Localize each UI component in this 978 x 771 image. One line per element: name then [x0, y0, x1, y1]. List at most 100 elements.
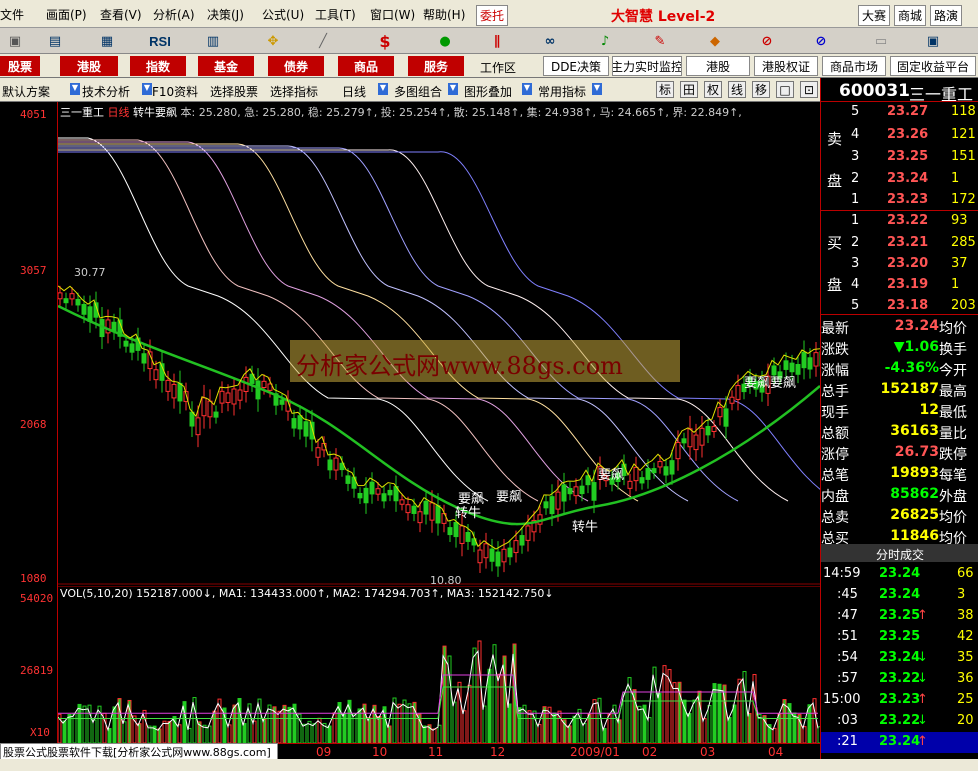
diamond-icon[interactable]: ◆ [700, 30, 730, 52]
chart-icon[interactable]: ▣ [0, 30, 30, 52]
table-icon[interactable]: ▥ [198, 30, 228, 52]
volume-bar [227, 724, 232, 743]
volume-bar [527, 710, 532, 743]
nav-service[interactable]: 服务 [408, 56, 464, 76]
menu-file[interactable]: 文件 [0, 6, 24, 23]
volume-bar [687, 713, 692, 743]
volume-bar [387, 725, 392, 743]
menu-decide[interactable]: 决策(J) [207, 6, 244, 23]
window-icon[interactable]: ▣ [918, 30, 948, 52]
volume-bar [312, 723, 317, 743]
volume-bar [692, 699, 697, 743]
candle-body [453, 521, 459, 538]
tick-row: :47 23.25 ↑ 38 [837, 608, 974, 623]
tool-box[interactable]: □ [776, 81, 794, 98]
ask-row[interactable]: 3 23.25 151 [821, 147, 978, 168]
no2-icon[interactable]: ⊘ [806, 30, 836, 52]
ask-row[interactable]: 4 23.26 121 [821, 125, 978, 146]
bid-row[interactable]: 1 23.22 93 [821, 211, 978, 232]
tool-grid[interactable]: 田 [680, 81, 698, 98]
tool-move[interactable]: 移 [752, 81, 770, 98]
binocular-icon[interactable]: ∞ [535, 30, 565, 52]
hk-button[interactable]: 港股 [686, 56, 750, 76]
tool-mark[interactable]: 标 [656, 81, 674, 98]
tab-select-indicator[interactable]: 选择指标 [270, 83, 318, 100]
candle-body [807, 357, 813, 370]
chevron-down-icon[interactable]: ▼ [522, 83, 532, 95]
nav-fund[interactable]: 基金 [198, 56, 254, 76]
nav-index[interactable]: 指数 [130, 56, 186, 76]
roadshow-link[interactable]: 路演 [930, 5, 963, 26]
nav-commodity[interactable]: 商品 [338, 56, 394, 76]
nav-bond[interactable]: 债券 [268, 56, 324, 76]
candle-body [165, 379, 171, 392]
menu-help[interactable]: 帮助(H) [423, 6, 465, 23]
menu-analyze[interactable]: 分析(A) [153, 6, 195, 23]
bid-row[interactable]: 4 23.19 1 [821, 275, 978, 296]
minute-icon[interactable]: ▦ [92, 30, 122, 52]
mall-link[interactable]: 商城 [894, 5, 927, 26]
chevron-down-icon[interactable]: ▼ [448, 83, 458, 95]
nav-stock[interactable]: 股票 [0, 56, 40, 76]
commodity-market-button[interactable]: 商品市场 [822, 56, 886, 76]
chevron-down-icon[interactable]: ▼ [378, 83, 388, 95]
candle-body [783, 360, 789, 370]
candle-body [549, 496, 555, 515]
bid-row[interactable]: 3 23.20 37 [821, 254, 978, 275]
menu-tools[interactable]: 工具(T) [315, 6, 356, 23]
volume-bar [177, 724, 182, 743]
tool-line[interactable]: 线 [728, 81, 746, 98]
rsi-icon[interactable]: RSI [145, 30, 175, 52]
menu-formula[interactable]: 公式(U) [262, 6, 304, 23]
nav-hk[interactable]: 港股 [60, 56, 118, 76]
tab-select-stock[interactable]: 选择股票 [210, 83, 258, 100]
chevron-down-icon[interactable]: ▼ [592, 83, 602, 95]
footer-link[interactable]: 股票公式股票软件下载[分析家公式网www.88gs.com] [0, 743, 278, 760]
ask-row[interactable]: 2 23.24 1 [821, 169, 978, 190]
ask-row[interactable]: 1 23.23 172 [821, 190, 978, 211]
entrust-button[interactable]: 委托 [476, 5, 509, 26]
workspace-label[interactable]: 工作区 [480, 59, 516, 76]
candle-body [489, 548, 495, 562]
menu-screen[interactable]: 画面(P) [46, 6, 87, 23]
tab-f10[interactable]: F10资料 [152, 83, 198, 100]
main-monitor-button[interactable]: 主力实时监控 [612, 56, 682, 76]
volume-bar [112, 706, 117, 743]
doc-icon[interactable]: ▭ [866, 30, 896, 52]
stat-row: 涨幅 -4.36% 今开 [821, 360, 967, 379]
kline-icon[interactable]: ▤ [40, 30, 70, 52]
tab-overlay[interactable]: 图形叠加 [464, 83, 512, 100]
bell-icon[interactable]: ♪ [590, 30, 620, 52]
tab-tech-analysis[interactable]: 技术分析 [82, 83, 130, 100]
candle-body [711, 426, 717, 432]
tab-daily[interactable]: 日线 [342, 83, 366, 100]
dde-button[interactable]: DDE决策 [543, 56, 609, 76]
fixed-income-button[interactable]: 固定收益平台 [890, 56, 976, 76]
bid-row[interactable]: 2 23.21 285 [821, 233, 978, 254]
tick-icon[interactable]: ● [430, 30, 460, 52]
move-icon[interactable]: ✥ [258, 30, 288, 52]
tab-common-indicator[interactable]: 常用指标 [538, 83, 586, 100]
kline-chart-area[interactable]: 4051 3057 2068 1080 54020 26819 X10 三一重工… [0, 102, 820, 743]
chevron-down-icon[interactable]: ▼ [70, 83, 80, 95]
no-icon[interactable]: ⊘ [752, 30, 782, 52]
tool-right[interactable]: 权 [704, 81, 722, 98]
menu-window[interactable]: 窗口(W) [370, 6, 415, 23]
ask-row[interactable]: 5 23.27 118 [821, 102, 978, 123]
tick-row: 14:59 23.24 66 [823, 566, 974, 581]
contest-link[interactable]: 大赛 [858, 5, 891, 26]
dollar-icon[interactable]: $ [370, 30, 400, 52]
candle-body [513, 540, 519, 554]
volume-bar [122, 721, 127, 743]
hk-warrant-button[interactable]: 港股权证 [754, 56, 818, 76]
chevron-down-icon[interactable]: ▼ [142, 83, 152, 95]
tab-default-scheme[interactable]: 默认方案 [2, 83, 50, 100]
menu-view[interactable]: 查看(V) [100, 6, 142, 23]
pen-icon[interactable]: ✎ [645, 30, 675, 52]
ruler-icon[interactable]: ╱ [308, 30, 338, 52]
candle-body [675, 441, 681, 460]
candle-body [411, 505, 417, 514]
tab-multi-chart[interactable]: 多图组合 [394, 83, 442, 100]
strategy-icon[interactable]: ∥ [482, 30, 512, 52]
tool-expand[interactable]: ⊡ [800, 81, 818, 98]
